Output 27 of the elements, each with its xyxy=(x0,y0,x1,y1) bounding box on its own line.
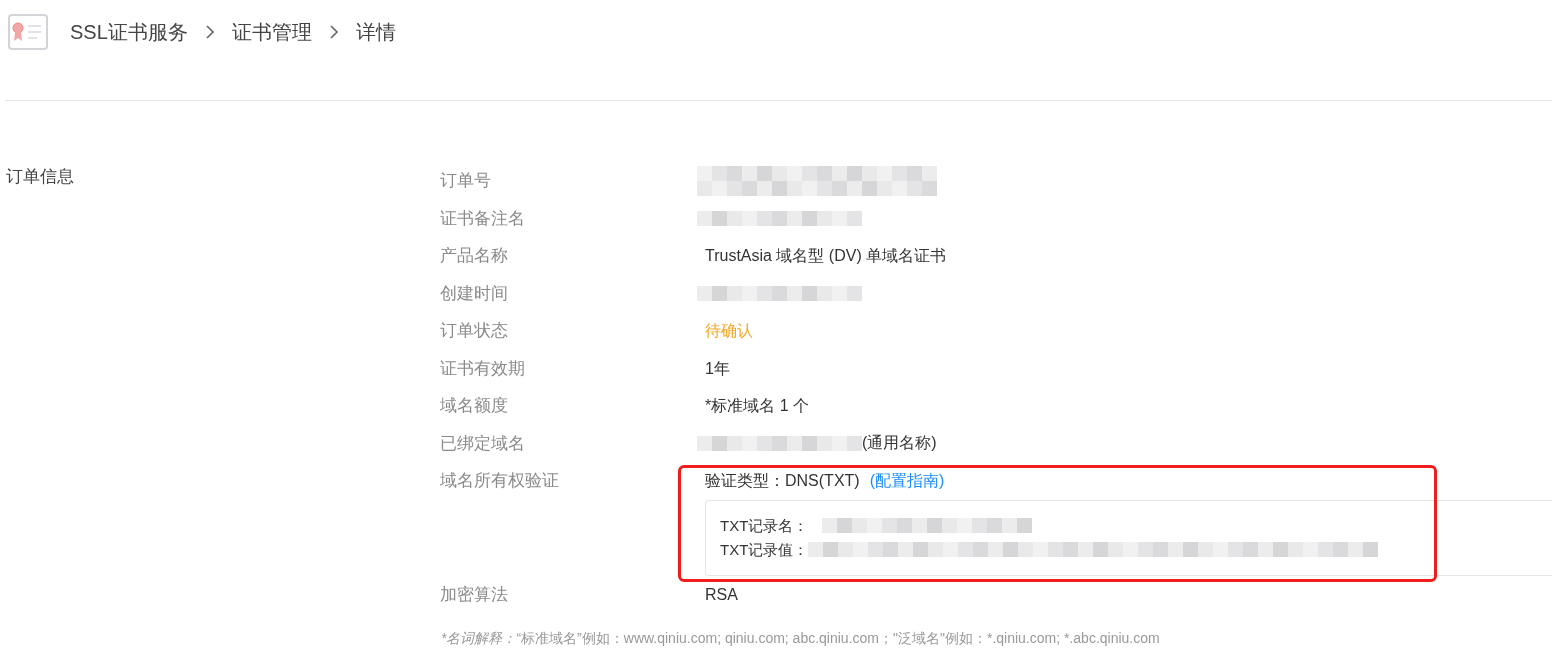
field-value: RSA xyxy=(705,584,738,605)
certificate-icon xyxy=(8,14,48,50)
field-label: 订单号 xyxy=(440,170,491,192)
field-label: 已绑定域名 xyxy=(440,432,525,455)
section-title: 订单信息 xyxy=(6,167,74,186)
field-label: 域名额度 xyxy=(440,395,508,417)
field-value: 1年 xyxy=(705,358,730,379)
chevron-right-icon xyxy=(205,25,214,39)
field-label: 订单状态 xyxy=(440,320,508,342)
field-value: (通用名称) xyxy=(862,433,937,454)
field-value: TrustAsia 域名型 (DV) 单域名证书 xyxy=(705,246,947,266)
breadcrumb-link[interactable]: 证书管理 xyxy=(231,17,312,47)
chevron-right-icon xyxy=(329,25,338,39)
record-label: TXT记录值： xyxy=(720,539,809,560)
status-value: 待确认 xyxy=(705,321,753,341)
breadcrumb-link[interactable]: SSL证书服务 xyxy=(70,17,188,47)
field-label: 产品名称 xyxy=(440,245,508,267)
field-label: 创建时间 xyxy=(440,282,508,305)
breadcrumb-current: 详情 xyxy=(355,20,396,45)
field-label: 域名所有权验证 xyxy=(440,470,559,492)
field-label: 证书有效期 xyxy=(440,357,525,380)
field-label: 证书备注名 xyxy=(440,207,525,230)
verification-type: 验证类型：DNS(TXT) xyxy=(705,470,860,491)
record-label: TXT记录名： xyxy=(720,515,809,536)
footnote: *名词解释：“标准域名”例如：www.qiniu.com; qiniu.com; abc.qiniu.com；"泛域名"例如：*.qiniu.com; *.abc.qiniu.com xyxy=(441,629,1160,648)
field-value: *标准域名 1 个 xyxy=(705,396,809,416)
field-label: 加密算法 xyxy=(440,583,508,606)
